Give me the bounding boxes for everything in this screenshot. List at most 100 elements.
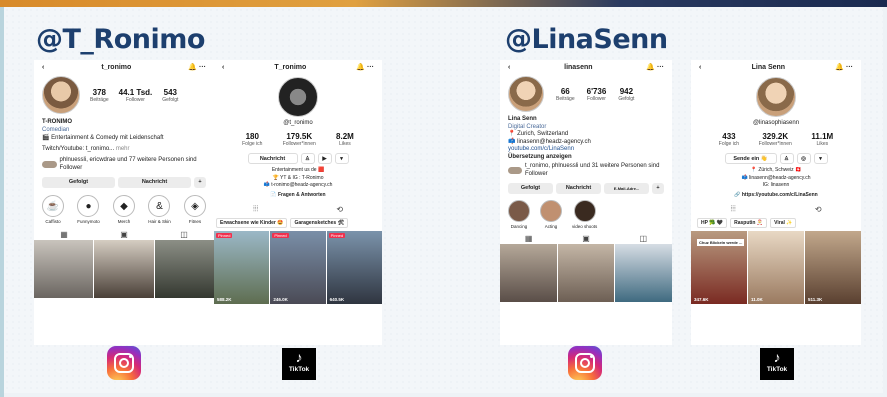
video-thumbnail[interactable]: Pinned 640.5K (326, 231, 382, 304)
profile-name: Lina Senn (508, 116, 537, 122)
highlight-item[interactable]: Dancing (508, 200, 530, 229)
video-grid: Pinned 588.2K Pinned 246.0K Pinned 640.5K (214, 231, 382, 304)
reposts-tab-icon[interactable]: ⟲ (336, 205, 343, 214)
video-thumbnail[interactable]: Chuz Blickeln werde ... 347.6K (691, 231, 747, 304)
post-thumbnail[interactable] (94, 240, 154, 298)
following-stat[interactable]: 180 Folge ich (242, 132, 262, 147)
back-icon[interactable]: ‹ (508, 64, 510, 71)
tiktok-wordmark: TikTok (288, 366, 310, 373)
avatar[interactable] (508, 76, 544, 112)
highlight-item[interactable]: video shoots (572, 200, 597, 229)
more-icon[interactable]: ··· (846, 64, 853, 71)
user-icon[interactable]: ♙ (779, 153, 794, 164)
video-thumbnail[interactable]: 511.3K (805, 231, 861, 304)
grid-tab-icon[interactable]: ▦ (60, 230, 68, 239)
message-button[interactable]: Nachricht (118, 177, 191, 188)
bell-icon[interactable]: 🔔 (188, 64, 197, 71)
bio-line: 📫 linasenn@headz-agency.ch (741, 174, 811, 181)
avatar[interactable] (278, 77, 318, 117)
following-stat[interactable]: 433 Folge ich (719, 132, 739, 147)
bell-icon[interactable]: 🔔 (835, 64, 844, 71)
bio-line: Entertainment us de 🟥 (271, 167, 325, 173)
post-thumbnail[interactable] (557, 244, 615, 302)
highlight-item[interactable]: ◆ Merch (112, 195, 135, 224)
user-icon[interactable]: ♙ (300, 153, 315, 164)
message-button[interactable]: Nachricht (556, 183, 601, 194)
tagged-tab-icon[interactable]: ◫ (180, 230, 188, 239)
dropdown-icon[interactable]: ▾ (813, 153, 828, 164)
followed-by-text[interactable]: phlnuessli, ericwdrae und 77 weitere Per… (60, 156, 206, 172)
videos-tab-icon[interactable]: ⦙⦙⦙ (253, 204, 258, 214)
more-icon[interactable]: ··· (657, 64, 664, 71)
youtube-link[interactable]: youtube.com/c/LinaSenn (508, 146, 664, 154)
tiktok-logo: ♪ TikTok (760, 348, 794, 380)
reposts-tab-icon[interactable]: ⟲ (815, 205, 822, 214)
youtube-icon[interactable]: ▶ (317, 153, 332, 164)
post-thumbnail[interactable] (154, 240, 214, 298)
profile-category: Comedian (42, 127, 70, 133)
tiktok-wordmark: TikTok (766, 366, 788, 373)
video-grid: Chuz Blickeln werde ... 347.6K 11.0K 511.… (691, 231, 861, 304)
bio-line: 📍 Zurich, Switzerland (508, 131, 569, 137)
profile-category: Digital Creator (508, 123, 547, 130)
post-thumbnail[interactable] (615, 244, 672, 302)
followed-by-text[interactable]: t_ronimo, phlnuessli und 31 weitere Pers… (525, 163, 664, 178)
profile-username: linasenn (564, 63, 593, 71)
music-note-icon: ♪ (295, 349, 303, 365)
post-thumbnail[interactable] (500, 244, 557, 302)
post-thumbnail[interactable] (34, 240, 94, 298)
back-icon[interactable]: ‹ (42, 64, 44, 71)
highlight-item[interactable]: & Hair & Skin (148, 195, 171, 224)
followers-stat[interactable]: 44.1 Tsd. Follower (119, 88, 153, 103)
highlight-item[interactable]: ● Funnymoto (77, 195, 100, 224)
following-button[interactable]: Gefolgt (508, 183, 553, 194)
reels-tab-icon[interactable]: ▣ (582, 234, 590, 243)
add-user-icon[interactable]: + (652, 183, 664, 194)
avatar[interactable] (42, 76, 80, 114)
video-thumbnail[interactable]: Pinned 588.2K (214, 231, 270, 304)
following-stat[interactable]: 543 Gefolgt (162, 88, 178, 103)
bio-line: 📫 t-ronimo@headz-agency.ch (263, 182, 333, 188)
following-stat[interactable]: 942 Gefolgt (618, 87, 634, 102)
followers-stat[interactable]: 6'736 Follower (587, 87, 607, 102)
bell-icon[interactable]: 🔔 (646, 64, 655, 71)
avatar[interactable] (756, 77, 796, 117)
back-icon[interactable]: ‹ (699, 64, 701, 71)
translate-link[interactable]: Übersetzung anzeigen (508, 154, 664, 162)
grid-tab-icon[interactable]: ▦ (525, 234, 533, 243)
playlist-chip[interactable]: Rasputin 🎅 (730, 218, 768, 228)
video-thumbnail[interactable]: 11.0K (748, 231, 804, 304)
youtube-link[interactable]: 🔗 https://youtube.com/c/LinaSenn (691, 192, 861, 200)
likes-stat: 8.2M Likes (336, 132, 354, 147)
back-icon[interactable]: ‹ (222, 64, 224, 71)
post-grid (34, 240, 214, 298)
playlist-chip[interactable]: HP 🥦 🖤 (697, 218, 728, 228)
more-icon[interactable]: ··· (199, 64, 206, 71)
playlist-chip[interactable]: Erwachsene wie Kinder 🤩 (216, 218, 288, 228)
reels-tab-icon[interactable]: ▣ (120, 230, 128, 239)
more-link[interactable]: mehr (116, 146, 130, 152)
instagram-icon[interactable]: ◎ (796, 153, 811, 164)
handle-lina: @LinaSenn (505, 24, 668, 55)
profile-username: Lina Senn (751, 63, 786, 71)
highlight-item[interactable]: ☕ Caffisto (42, 195, 64, 224)
message-button[interactable]: Sende ein 👋 (724, 153, 777, 164)
followers-stat[interactable]: 329.2K Follower*innen (759, 132, 792, 147)
email-button[interactable]: E-Mail-Adre... (604, 183, 649, 194)
more-icon[interactable]: ··· (367, 64, 374, 71)
video-thumbnail[interactable]: Pinned 246.0K (270, 231, 326, 304)
playlist-chip[interactable]: Viral ✨ (770, 218, 797, 228)
bell-icon[interactable]: 🔔 (356, 64, 365, 71)
videos-tab-icon[interactable]: ⦙⦙⦙ (730, 204, 735, 214)
following-button[interactable]: Gefolgt (42, 177, 115, 188)
tagged-tab-icon[interactable]: ◫ (640, 234, 648, 243)
add-user-icon[interactable]: + (194, 177, 206, 188)
lina-instagram-panel: ‹ linasenn 🔔 ··· 66 Beiträge 6'736 Follower … (500, 60, 672, 345)
highlight-item[interactable]: Acting (540, 200, 562, 229)
message-button[interactable]: Nachricht (247, 153, 298, 164)
highlight-item[interactable]: ◈ Fitnes (183, 195, 206, 224)
playlist-chip[interactable]: Garagensketches 🛠 (290, 218, 348, 228)
qa-link[interactable]: 📄 Fragen & Antworten (214, 192, 382, 200)
dropdown-icon[interactable]: ▾ (334, 153, 349, 164)
followers-stat[interactable]: 179.5K Follower*innen (283, 132, 316, 147)
